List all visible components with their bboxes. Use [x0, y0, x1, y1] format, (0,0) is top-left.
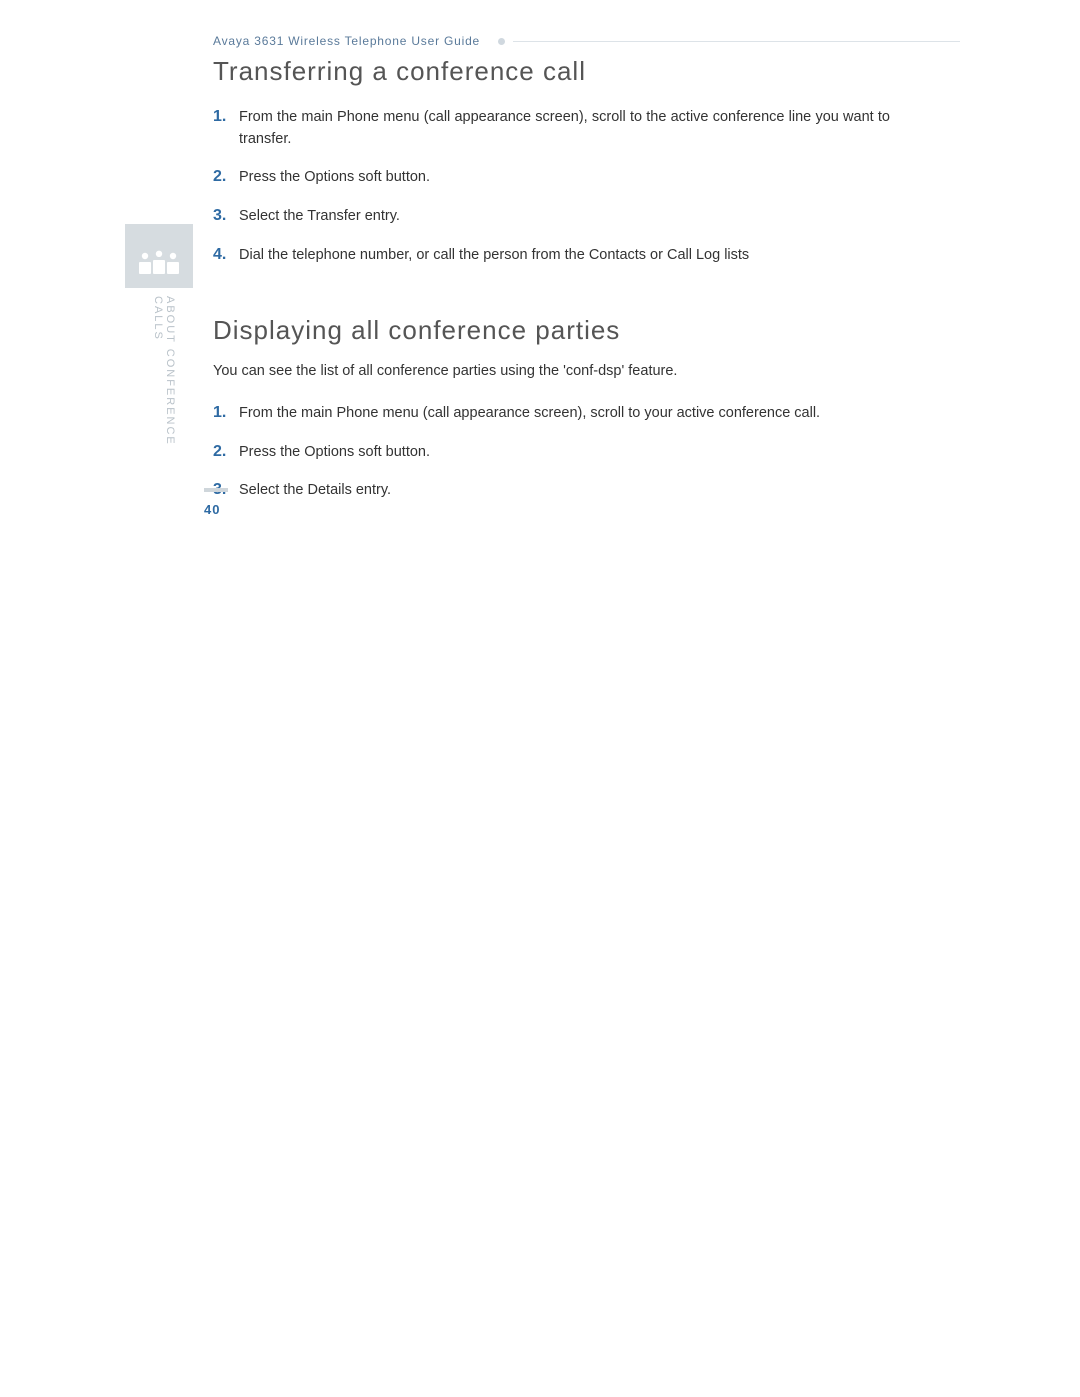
list-item: 1. From the main Phone menu (call appear… [213, 401, 890, 426]
list-item: 1. From the main Phone menu (call appear… [213, 105, 890, 151]
step-text: From the main Phone menu (call appearanc… [239, 402, 890, 424]
list-item: 3. Select the Details entry. [213, 478, 890, 503]
step-number: 1. [213, 105, 239, 130]
page-number-block: 40 [204, 488, 228, 517]
section-display-parties: Displaying all conference parties You ca… [213, 315, 890, 503]
people-icon [137, 250, 181, 278]
step-text: Press the Options soft button. [239, 441, 890, 463]
page-number: 40 [204, 502, 228, 517]
step-text: Select the Transfer entry. [239, 205, 890, 227]
page-number-bar [204, 488, 228, 492]
step-number: 1. [213, 401, 239, 426]
list-item: 2. Press the Options soft button. [213, 440, 890, 465]
conference-icon [125, 224, 193, 288]
page-header: Avaya 3631 Wireless Telephone User Guide [213, 34, 960, 48]
section-heading-transfer: Transferring a conference call [213, 56, 890, 87]
step-text: From the main Phone menu (call appearanc… [239, 106, 890, 151]
header-title: Avaya 3631 Wireless Telephone User Guide [213, 34, 480, 48]
transfer-steps-list: 1. From the main Phone menu (call appear… [213, 105, 890, 267]
header-rule [513, 41, 960, 42]
step-number: 2. [213, 440, 239, 465]
step-number: 4. [213, 243, 239, 268]
step-text: Dial the telephone number, or call the p… [239, 244, 890, 266]
section-heading-display: Displaying all conference parties [213, 315, 890, 346]
list-item: 2. Press the Options soft button. [213, 165, 890, 190]
section-intro: You can see the list of all conference p… [213, 360, 890, 382]
step-text: Select the Details entry. [239, 479, 890, 501]
header-bullet-icon [498, 38, 505, 45]
display-steps-list: 1. From the main Phone menu (call appear… [213, 401, 890, 503]
step-text: Press the Options soft button. [239, 166, 890, 188]
step-number: 3. [213, 204, 239, 229]
list-item: 3. Select the Transfer entry. [213, 204, 890, 229]
main-content: Transferring a conference call 1. From t… [213, 56, 890, 517]
step-number: 2. [213, 165, 239, 190]
list-item: 4. Dial the telephone number, or call th… [213, 243, 890, 268]
section-side-label: ABOUT CONFERENCE CALLS [160, 296, 176, 466]
